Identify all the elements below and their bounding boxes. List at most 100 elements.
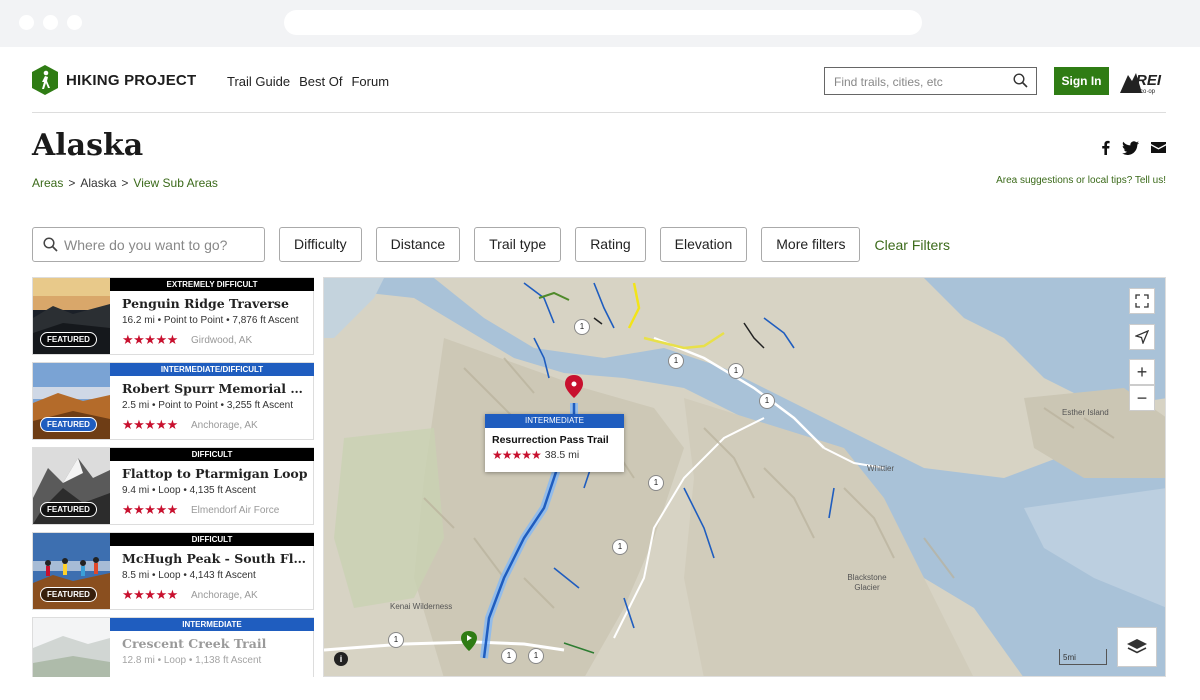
map-label-kenai-wilderness: Kenai Wilderness <box>390 602 453 611</box>
difficulty-filter-button[interactable]: Difficulty <box>279 227 362 262</box>
site-header: HIKING PROJECT Trail Guide Best Of Forum… <box>32 47 1166 113</box>
share-icons <box>1101 140 1166 155</box>
sign-in-button[interactable]: Sign In <box>1054 67 1109 95</box>
difficulty-label: INTERMEDIATE <box>110 618 314 631</box>
trail-meta: 8.5 mi • Loop • 4,143 ft Ascent <box>122 570 256 581</box>
trail-meta: 16.2 mi • Point to Point • 7,876 ft Asce… <box>122 315 299 326</box>
view-sub-areas-link[interactable]: View Sub Areas <box>133 176 218 190</box>
email-icon[interactable] <box>1151 142 1166 153</box>
difficulty-label: EXTREMELY DIFFICULT <box>110 278 314 291</box>
popup-trail-name[interactable]: Resurrection Pass Trail <box>485 428 624 448</box>
window-dot[interactable] <box>67 15 82 30</box>
route-marker[interactable]: 1 <box>501 648 517 664</box>
site-search-input[interactable]: Find trails, cities, etc <box>824 67 1037 95</box>
route-marker[interactable]: 1 <box>728 363 744 379</box>
popup-distance: 38.5 mi <box>544 449 580 461</box>
featured-badge: FEATURED <box>40 502 97 517</box>
featured-badge: FEATURED <box>40 417 97 432</box>
trail-type-filter-button[interactable]: Trail type <box>474 227 562 262</box>
trail-name[interactable]: Flattop to Ptarmigan Loop <box>122 466 308 481</box>
rating-stars: ★★★★★ <box>122 417 178 432</box>
main-nav: Trail Guide Best Of Forum <box>227 74 389 89</box>
elevation-filter-button[interactable]: Elevation <box>659 227 748 262</box>
site-name: HIKING PROJECT <box>66 71 197 89</box>
trail-name[interactable]: McHugh Peak - South Flank Loop <box>122 551 308 566</box>
map-layers-button[interactable] <box>1117 627 1157 667</box>
twitter-icon[interactable] <box>1122 140 1139 155</box>
route-marker[interactable]: 1 <box>759 393 775 409</box>
map-info-button[interactable]: i <box>334 652 348 666</box>
window-dot[interactable] <box>43 15 58 30</box>
location-search-placeholder: Where do you want to go? <box>64 236 228 253</box>
breadcrumb-areas[interactable]: Areas <box>32 176 63 190</box>
nav-best-of[interactable]: Best Of <box>299 74 342 89</box>
svg-text:co·op: co·op <box>1140 89 1156 95</box>
popup-rating-row: ★★★★★ 38.5 mi <box>485 448 624 462</box>
trail-card[interactable]: FEATURED DIFFICULT Flattop to Ptarmigan … <box>32 447 314 525</box>
map-label-esther-island: Esther Island <box>1062 408 1109 417</box>
layers-icon <box>1127 639 1147 654</box>
rating-stars: ★★★★★ <box>122 502 178 517</box>
featured-badge: FEATURED <box>40 332 97 347</box>
site-logo[interactable]: HIKING PROJECT <box>32 65 196 95</box>
rating-stars: ★★★★★ <box>122 587 178 602</box>
browser-chrome <box>0 0 1200 47</box>
route-marker[interactable]: 1 <box>574 319 590 335</box>
distance-filter-button[interactable]: Distance <box>375 227 461 262</box>
locate-me-button[interactable] <box>1129 324 1155 350</box>
route-marker[interactable]: 1 <box>648 475 664 491</box>
trail-location: Anchorage, AK <box>191 590 258 601</box>
difficulty-label: DIFFICULT <box>110 448 314 461</box>
trail-meta: 9.4 mi • Loop • 4,135 ft Ascent <box>122 485 256 496</box>
trail-card[interactable]: FEATURED INTERMEDIATE/DIFFICULT Robert S… <box>32 362 314 440</box>
trail-name[interactable]: Robert Spurr Memorial Hill Trail <box>122 381 308 396</box>
rei-logo-icon[interactable]: REI co·op <box>1120 67 1166 95</box>
clear-filters-button[interactable]: Clear Filters <box>874 237 949 253</box>
trail-card[interactable]: FEATURED EXTREMELY DIFFICULT Penguin Rid… <box>32 277 314 355</box>
trail-location: Anchorage, AK <box>191 420 258 431</box>
map-terrain[interactable] <box>324 278 1166 677</box>
nav-forum[interactable]: Forum <box>351 74 389 89</box>
zoom-in-button[interactable]: + <box>1129 359 1155 385</box>
site-search-placeholder: Find trails, cities, etc <box>834 75 943 89</box>
fullscreen-button[interactable] <box>1129 288 1155 314</box>
window-dot[interactable] <box>19 15 34 30</box>
page-title: Alaska <box>32 128 144 163</box>
trail-map[interactable]: 1 1 1 1 1 1 1 1 1 Esther Island Whittier… <box>323 277 1166 677</box>
rating-stars: ★★★★★ <box>122 332 178 347</box>
difficulty-label: INTERMEDIATE/DIFFICULT <box>110 363 314 376</box>
more-filters-button[interactable]: More filters <box>761 227 861 262</box>
route-marker[interactable]: 1 <box>528 648 544 664</box>
nav-trail-guide[interactable]: Trail Guide <box>227 74 290 89</box>
search-icon <box>43 237 58 252</box>
trail-meta: 2.5 mi • Point to Point • 3,255 ft Ascen… <box>122 400 293 411</box>
trail-card[interactable]: FEATURED DIFFICULT McHugh Peak - South F… <box>32 532 314 610</box>
trail-popup[interactable]: INTERMEDIATE Resurrection Pass Trail ★★★… <box>485 414 624 472</box>
zoom-out-button[interactable]: − <box>1129 385 1155 411</box>
route-marker[interactable]: 1 <box>668 353 684 369</box>
trail-list: FEATURED EXTREMELY DIFFICULT Penguin Rid… <box>32 277 314 677</box>
breadcrumb: Areas > Alaska > View Sub Areas <box>32 176 218 190</box>
address-bar[interactable] <box>284 10 922 35</box>
trail-card[interactable]: INTERMEDIATE Crescent Creek Trail 12.8 m… <box>32 617 314 677</box>
location-search-input[interactable]: Where do you want to go? <box>32 227 265 262</box>
filter-bar: Where do you want to go? Difficulty Dist… <box>32 227 950 262</box>
breadcrumb-separator: > <box>68 176 76 190</box>
trail-name[interactable]: Crescent Creek Trail <box>122 636 308 651</box>
popup-difficulty: INTERMEDIATE <box>485 414 624 428</box>
route-marker[interactable]: 1 <box>612 539 628 555</box>
breadcrumb-separator: > <box>121 176 129 190</box>
rating-filter-button[interactable]: Rating <box>575 227 646 262</box>
trail-location: Girdwood, AK <box>191 335 253 346</box>
trail-photo <box>33 618 110 677</box>
difficulty-label: DIFFICULT <box>110 533 314 546</box>
map-label-whittier: Whittier <box>867 464 895 473</box>
svg-text:REI: REI <box>1136 72 1162 89</box>
trail-meta: 12.8 mi • Loop • 1,138 ft Ascent <box>122 655 262 666</box>
tips-link[interactable]: Area suggestions or local tips? Tell us! <box>996 175 1166 186</box>
route-marker[interactable]: 1 <box>388 632 404 648</box>
facebook-icon[interactable] <box>1101 140 1110 155</box>
breadcrumb-current: Alaska <box>80 176 117 190</box>
search-icon[interactable] <box>1013 73 1028 88</box>
trail-name[interactable]: Penguin Ridge Traverse <box>122 296 308 311</box>
